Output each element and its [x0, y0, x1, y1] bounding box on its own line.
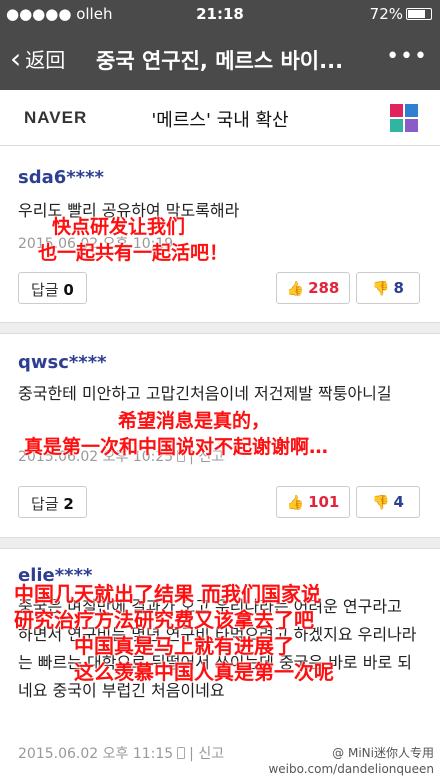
comment-divider — [0, 537, 440, 549]
translation-overlay-line: 也一起共有一起活吧！ — [38, 242, 229, 264]
translation-overlay-line: 中国几天就出了结果 而我们国家说 — [14, 582, 321, 606]
report-link[interactable]: 신고 — [198, 746, 224, 762]
navigation-bar: ‹ 返回 중국 연구진, 메르스 바이... ••• — [0, 28, 440, 90]
topic-title: '메르스' 국내 확산 — [151, 110, 289, 131]
reply-label: 답글 — [31, 281, 59, 299]
watermark-url: weibo.com/dandelionqueen — [268, 762, 434, 776]
like-count: 101 — [308, 493, 340, 511]
thumbs-down-icon: 👎 — [372, 281, 390, 297]
mobile-icon — [177, 747, 186, 759]
reply-count: 2 — [63, 495, 74, 513]
dislike-count: 8 — [393, 279, 404, 297]
reply-button[interactable]: 답글 2 — [18, 486, 87, 518]
comment-text: 중국한테 미안하고 고맙긴처음이네 저건제발 짝퉁아니길 — [18, 384, 392, 403]
translation-overlay-line: 真是第一次和中国说对不起谢谢啊… — [24, 436, 329, 458]
like-count: 288 — [308, 279, 340, 297]
comment-divider — [0, 322, 440, 334]
dislike-button[interactable]: 👎 8 — [356, 272, 420, 304]
chevron-left-icon: ‹ — [10, 41, 22, 75]
dislike-button[interactable]: 👎 4 — [356, 486, 420, 518]
translation-overlay-line: 快点研发让我们 — [52, 216, 186, 238]
comment-username[interactable]: sda6**** — [18, 167, 104, 188]
like-button[interactable]: 👍 101 — [276, 486, 350, 518]
reply-label: 답글 — [31, 495, 59, 513]
battery-percent: 72% — [369, 5, 403, 23]
reply-count: 0 — [63, 281, 74, 299]
battery-indicator: 72% — [370, 5, 432, 23]
thumbs-down-icon: 👎 — [372, 495, 390, 511]
more-options-button[interactable]: ••• — [386, 44, 428, 69]
translation-overlay-line: 中国真是马上就有进展了 — [74, 634, 294, 658]
menu-grid-icon[interactable] — [390, 104, 418, 132]
translation-overlay-line: 这么羡慕中国人真是第一次呢 — [74, 660, 334, 684]
comment-username[interactable]: qwsc**** — [18, 352, 107, 373]
comment-meta: 2015.06.02 오후 11:15 | 신고 — [18, 746, 225, 762]
reply-button[interactable]: 답글 0 — [18, 272, 87, 304]
dislike-count: 4 — [393, 493, 404, 511]
translation-overlay-line: 研究治疗方法研究费又该拿去了吧 — [14, 608, 314, 632]
translation-overlay-line: 希望消息是真的， — [118, 410, 271, 432]
back-label: 返回 — [25, 48, 66, 72]
thumbs-up-icon: 👍 — [286, 495, 305, 511]
like-button[interactable]: 👍 288 — [276, 272, 350, 304]
status-bar: ●●●●● olleh 21:18 72% — [0, 0, 440, 28]
page-title: 중국 연구진, 메르스 바이... — [96, 49, 344, 73]
battery-icon — [406, 8, 432, 20]
back-button[interactable]: ‹ 返回 — [10, 44, 65, 73]
comment-timestamp: 2015.06.02 오후 11:15 — [18, 746, 174, 762]
thumbs-up-icon: 👍 — [286, 281, 305, 297]
watermark-handle: @ MiNi迷你人专用 — [332, 746, 434, 760]
news-header: NAVER '메르스' 국내 확산 — [0, 90, 440, 146]
